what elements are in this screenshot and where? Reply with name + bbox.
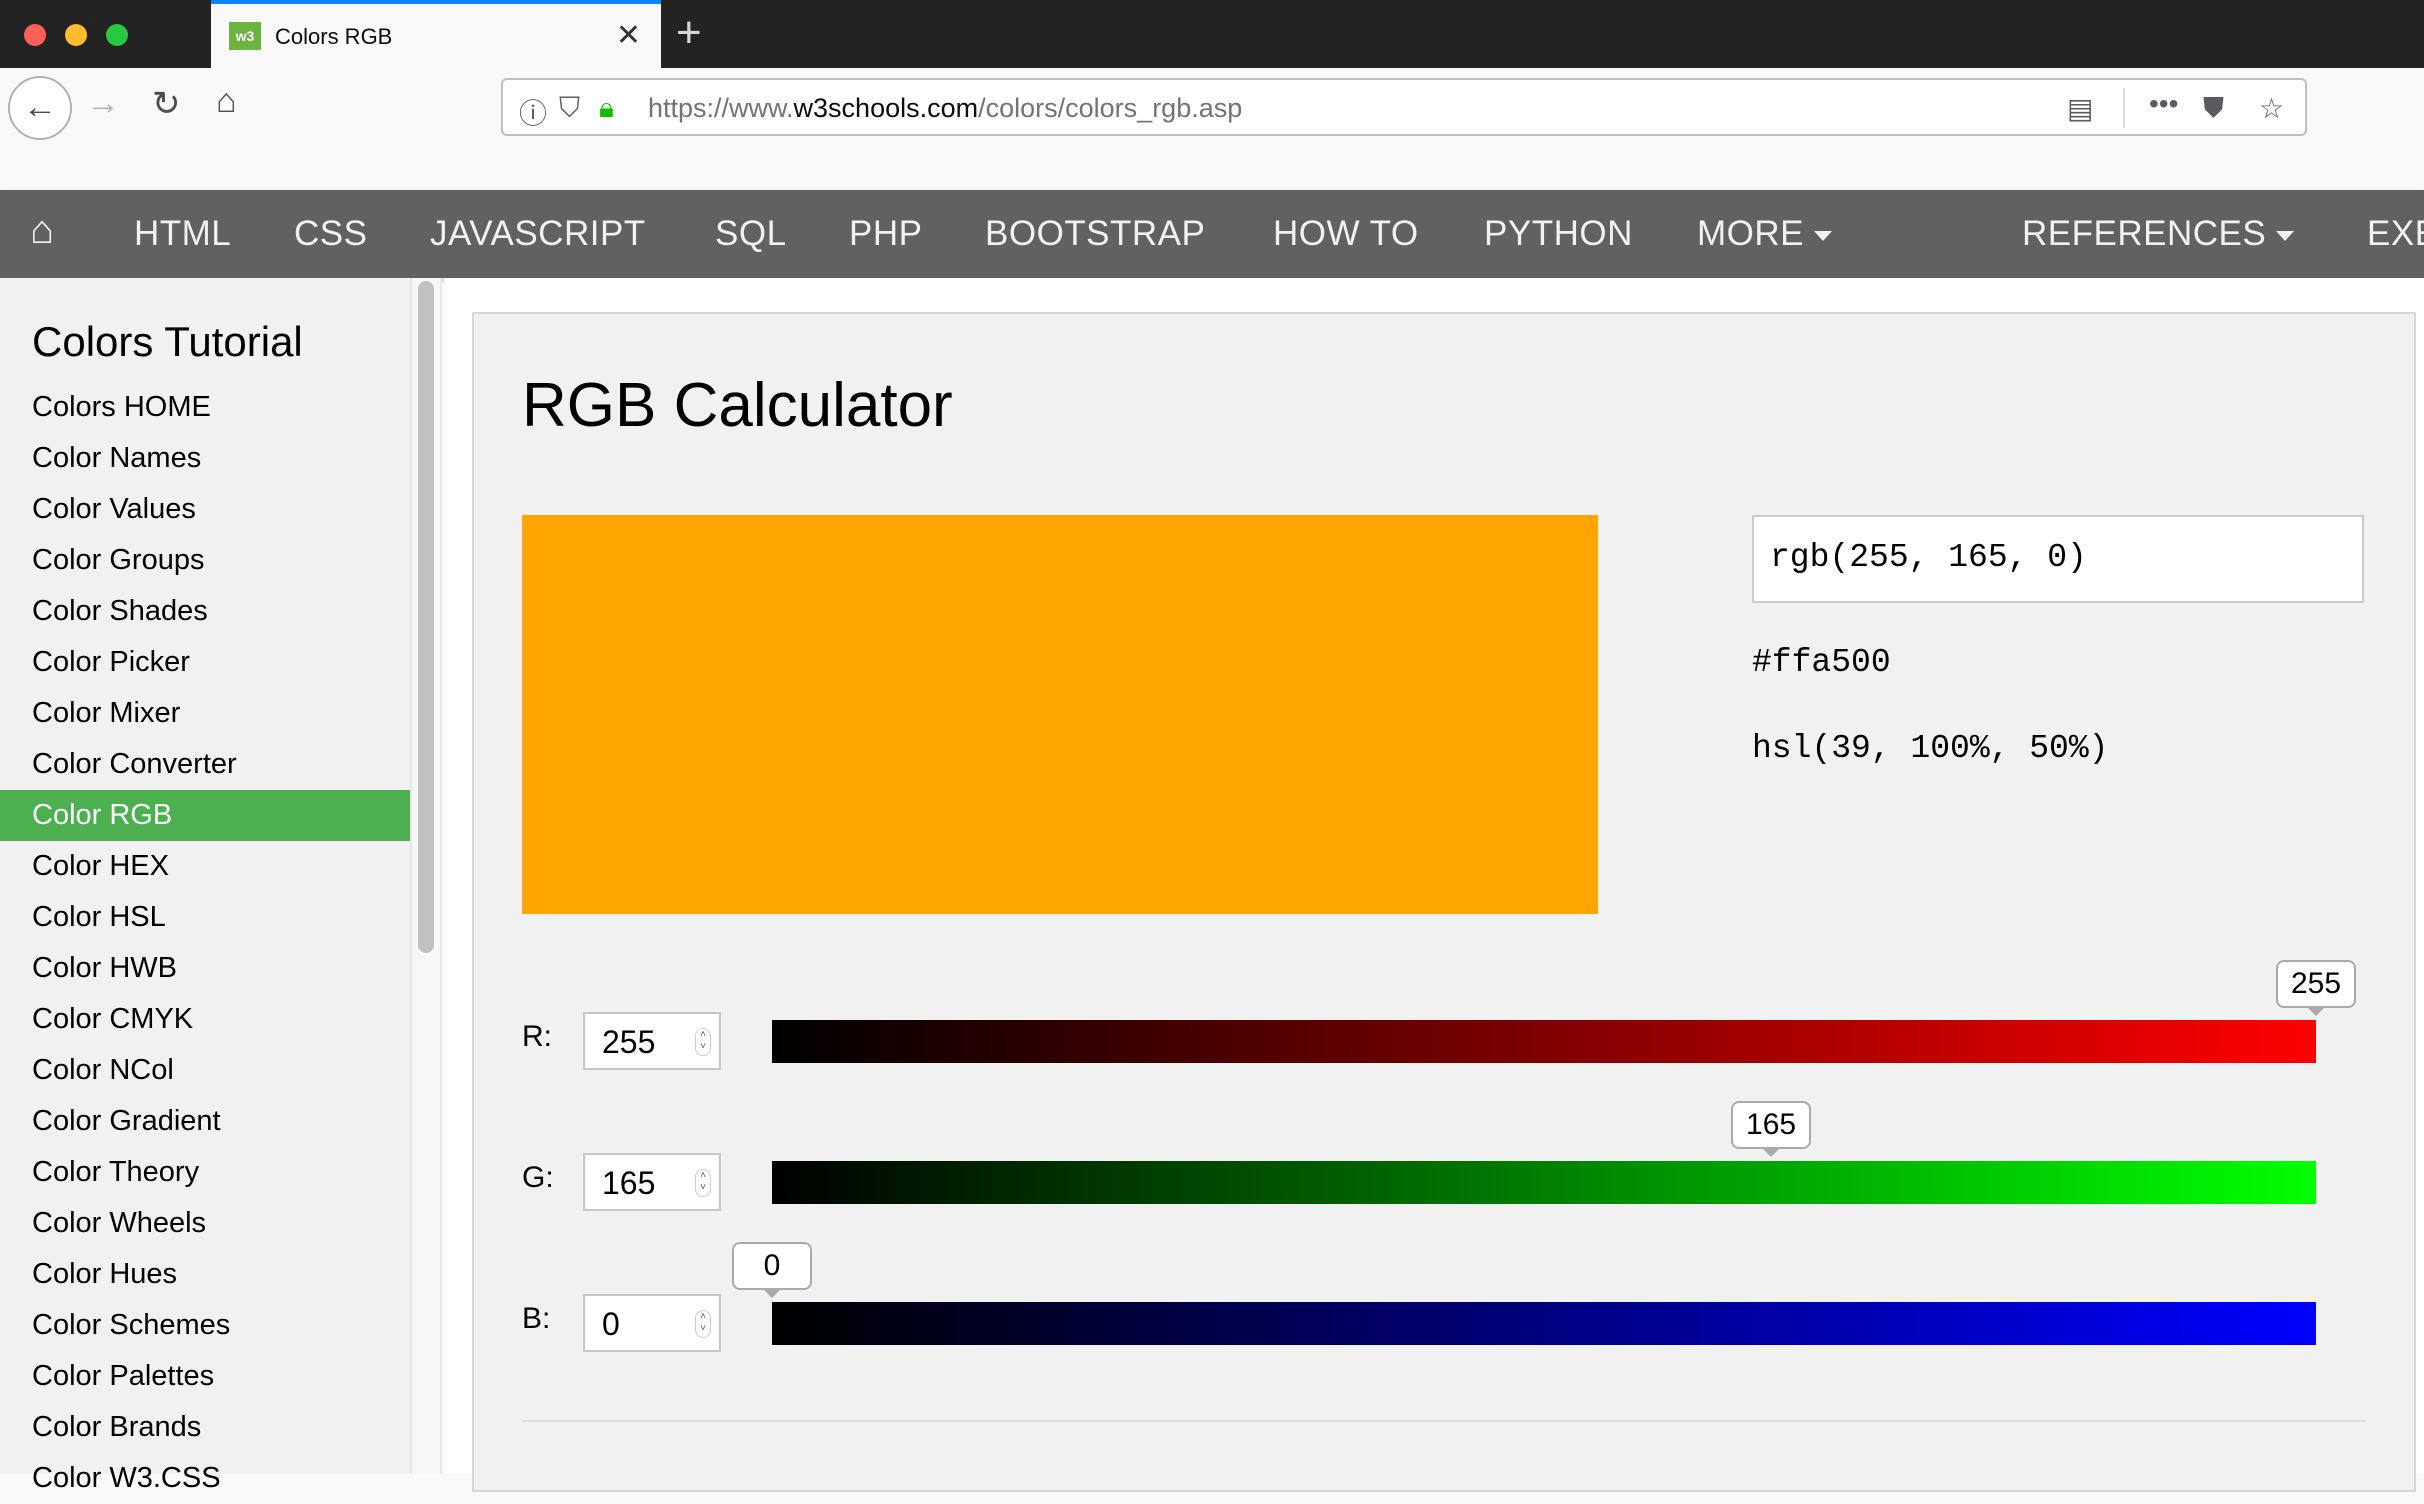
hsl-result: hsl(39, 100%, 50%) — [1752, 730, 2109, 767]
sidebar-item-color-schemes[interactable]: Color Schemes — [0, 1300, 410, 1351]
nav-exercises[interactable]: EXE — [2367, 214, 2424, 254]
url-text[interactable]: https://www.w3schools.com/colors/colors_… — [648, 93, 1242, 124]
nav-css[interactable]: CSS — [294, 214, 367, 254]
sidebar-item-color-values[interactable]: Color Values — [0, 484, 410, 535]
caret-down-icon — [1814, 230, 1832, 241]
page-title: RGB Calculator — [522, 371, 953, 440]
pocket-icon[interactable]: ⛊ — [2203, 92, 2224, 125]
sidebar-item-color-hex[interactable]: Color HEX — [0, 841, 410, 892]
blue-slider-handle-tooltip[interactable]: 0 — [732, 1242, 812, 1298]
green-label: G: — [522, 1161, 554, 1194]
home-icon[interactable]: ⌂ — [30, 208, 55, 253]
sidebar-item-color-picker[interactable]: Color Picker — [0, 637, 410, 688]
close-window-button[interactable] — [24, 24, 46, 46]
blue-label: B: — [522, 1302, 551, 1335]
forward-arrow-icon[interactable]: → — [86, 84, 120, 123]
sidebar-item-color-rgb[interactable]: Color RGB — [0, 790, 410, 841]
red-slider-handle-tooltip[interactable]: 255 — [2276, 960, 2356, 1016]
nav-python[interactable]: PYTHON — [1484, 214, 1633, 254]
nav-javascript[interactable]: JAVASCRIPT — [430, 214, 646, 254]
sidebar-item-colors-home[interactable]: Colors HOME — [0, 382, 410, 433]
new-tab-icon[interactable]: + — [676, 8, 702, 58]
sidebar-item-color-gradient[interactable]: Color Gradient — [0, 1096, 410, 1147]
sidebar-item-color-brands[interactable]: Color Brands — [0, 1402, 410, 1453]
green-number-value: 165 — [602, 1165, 656, 1201]
sidebar-item-color-converter[interactable]: Color Converter — [0, 739, 410, 790]
sidebar-item-color-cmyk[interactable]: Color CMYK — [0, 994, 410, 1045]
blue-slider[interactable] — [772, 1302, 2316, 1345]
spinner-arrows-icon[interactable]: ˄ ˅ — [695, 1028, 711, 1056]
tab-strip: w3 Colors RGB ✕ + — [0, 0, 2424, 68]
sidebar-item-color-hsl[interactable]: Color HSL — [0, 892, 410, 943]
close-tab-icon[interactable]: ✕ — [616, 18, 641, 53]
sidebar-item-color-groups[interactable]: Color Groups — [0, 535, 410, 586]
sidebar-item-color-hwb[interactable]: Color HWB — [0, 943, 410, 994]
sidebar-item-color-ncol[interactable]: Color NCol — [0, 1045, 410, 1096]
section-divider — [522, 1420, 2365, 1422]
sidebar-item-color-theory[interactable]: Color Theory — [0, 1147, 410, 1198]
nav-html[interactable]: HTML — [134, 214, 231, 254]
sidebar-scrollbar-thumb[interactable] — [418, 281, 434, 953]
rgb-result-box: rgb(255, 165, 0) — [1752, 515, 2364, 603]
tracking-shield-icon[interactable]: ⛉ — [559, 92, 580, 125]
home-icon[interactable]: ⌂ — [216, 82, 237, 121]
reader-view-icon[interactable]: ▤ — [2067, 92, 2093, 125]
bookmark-star-icon[interactable]: ☆ — [2259, 92, 2284, 125]
nav-howto[interactable]: HOW TO — [1273, 214, 1419, 254]
urlbar-separator — [2123, 88, 2125, 128]
reload-icon[interactable]: ↻ — [152, 84, 181, 124]
nav-more-label: MORE — [1697, 214, 1804, 253]
sidebar-heading: Colors Tutorial — [32, 318, 303, 365]
hex-result: #ffa500 — [1752, 644, 1891, 681]
sidebar-item-color-shades[interactable]: Color Shades — [0, 586, 410, 637]
sidebar-item-color-names[interactable]: Color Names — [0, 433, 410, 484]
sidebar-item-color-w3-css[interactable]: Color W3.CSS — [0, 1453, 410, 1504]
caret-down-icon — [2276, 230, 2295, 241]
minimize-window-button[interactable] — [65, 24, 87, 46]
sidebar: Colors Tutorial Colors HOME Color Names Co… — [0, 278, 412, 1494]
green-slider[interactable] — [772, 1161, 2316, 1204]
sidebar-item-color-mixer[interactable]: Color Mixer — [0, 688, 410, 739]
blue-number-value: 0 — [602, 1306, 620, 1342]
info-icon[interactable]: ⓘ — [519, 92, 547, 132]
page-actions-icon[interactable]: ••• — [2149, 88, 2178, 120]
red-label: R: — [522, 1020, 552, 1053]
sidebar-item-color-palettes[interactable]: Color Palettes — [0, 1351, 410, 1402]
lock-icon[interactable]: 🔒︎ — [599, 92, 614, 125]
spinner-arrows-icon[interactable]: ˄ ˅ — [695, 1169, 711, 1197]
red-number-input[interactable]: 255 ˄ ˅ — [583, 1012, 721, 1070]
nav-php[interactable]: PHP — [849, 214, 922, 254]
nav-more[interactable]: MORE — [1697, 214, 1832, 254]
color-preview-swatch — [522, 515, 1598, 914]
sidebar-item-color-wheels[interactable]: Color Wheels — [0, 1198, 410, 1249]
browser-toolbar: ← → ↻ ⌂ ⓘ ⛉ 🔒︎ https://www.w3schools.com… — [0, 68, 2424, 190]
red-slider[interactable] — [772, 1020, 2316, 1063]
tab-title: Colors RGB — [275, 24, 393, 49]
browser-tab[interactable]: w3 Colors RGB ✕ — [211, 0, 661, 68]
red-number-value: 255 — [602, 1024, 656, 1060]
w3schools-favicon-icon: w3 — [229, 22, 261, 50]
spinner-arrows-icon[interactable]: ˄ ˅ — [695, 1310, 711, 1338]
url-bar[interactable]: ⓘ ⛉ 🔒︎ https://www.w3schools.com/colors/… — [501, 78, 2307, 136]
nav-bootstrap[interactable]: BOOTSTRAP — [985, 214, 1205, 254]
site-navbar: ⌂ HTML CSS JAVASCRIPT SQL PHP BOOTSTRAP … — [0, 190, 2424, 278]
back-arrow-icon[interactable]: ← — [8, 76, 72, 140]
blue-number-input[interactable]: 0 ˄ ˅ — [583, 1294, 721, 1352]
sidebar-item-color-hues[interactable]: Color Hues — [0, 1249, 410, 1300]
maximize-window-button[interactable] — [106, 24, 128, 46]
green-number-input[interactable]: 165 ˄ ˅ — [583, 1153, 721, 1211]
nav-sql[interactable]: SQL — [715, 214, 787, 254]
nav-references[interactable]: REFERENCES — [2022, 214, 2295, 254]
nav-references-label: REFERENCES — [2022, 214, 2267, 253]
green-slider-handle-tooltip[interactable]: 165 — [1731, 1101, 1812, 1157]
